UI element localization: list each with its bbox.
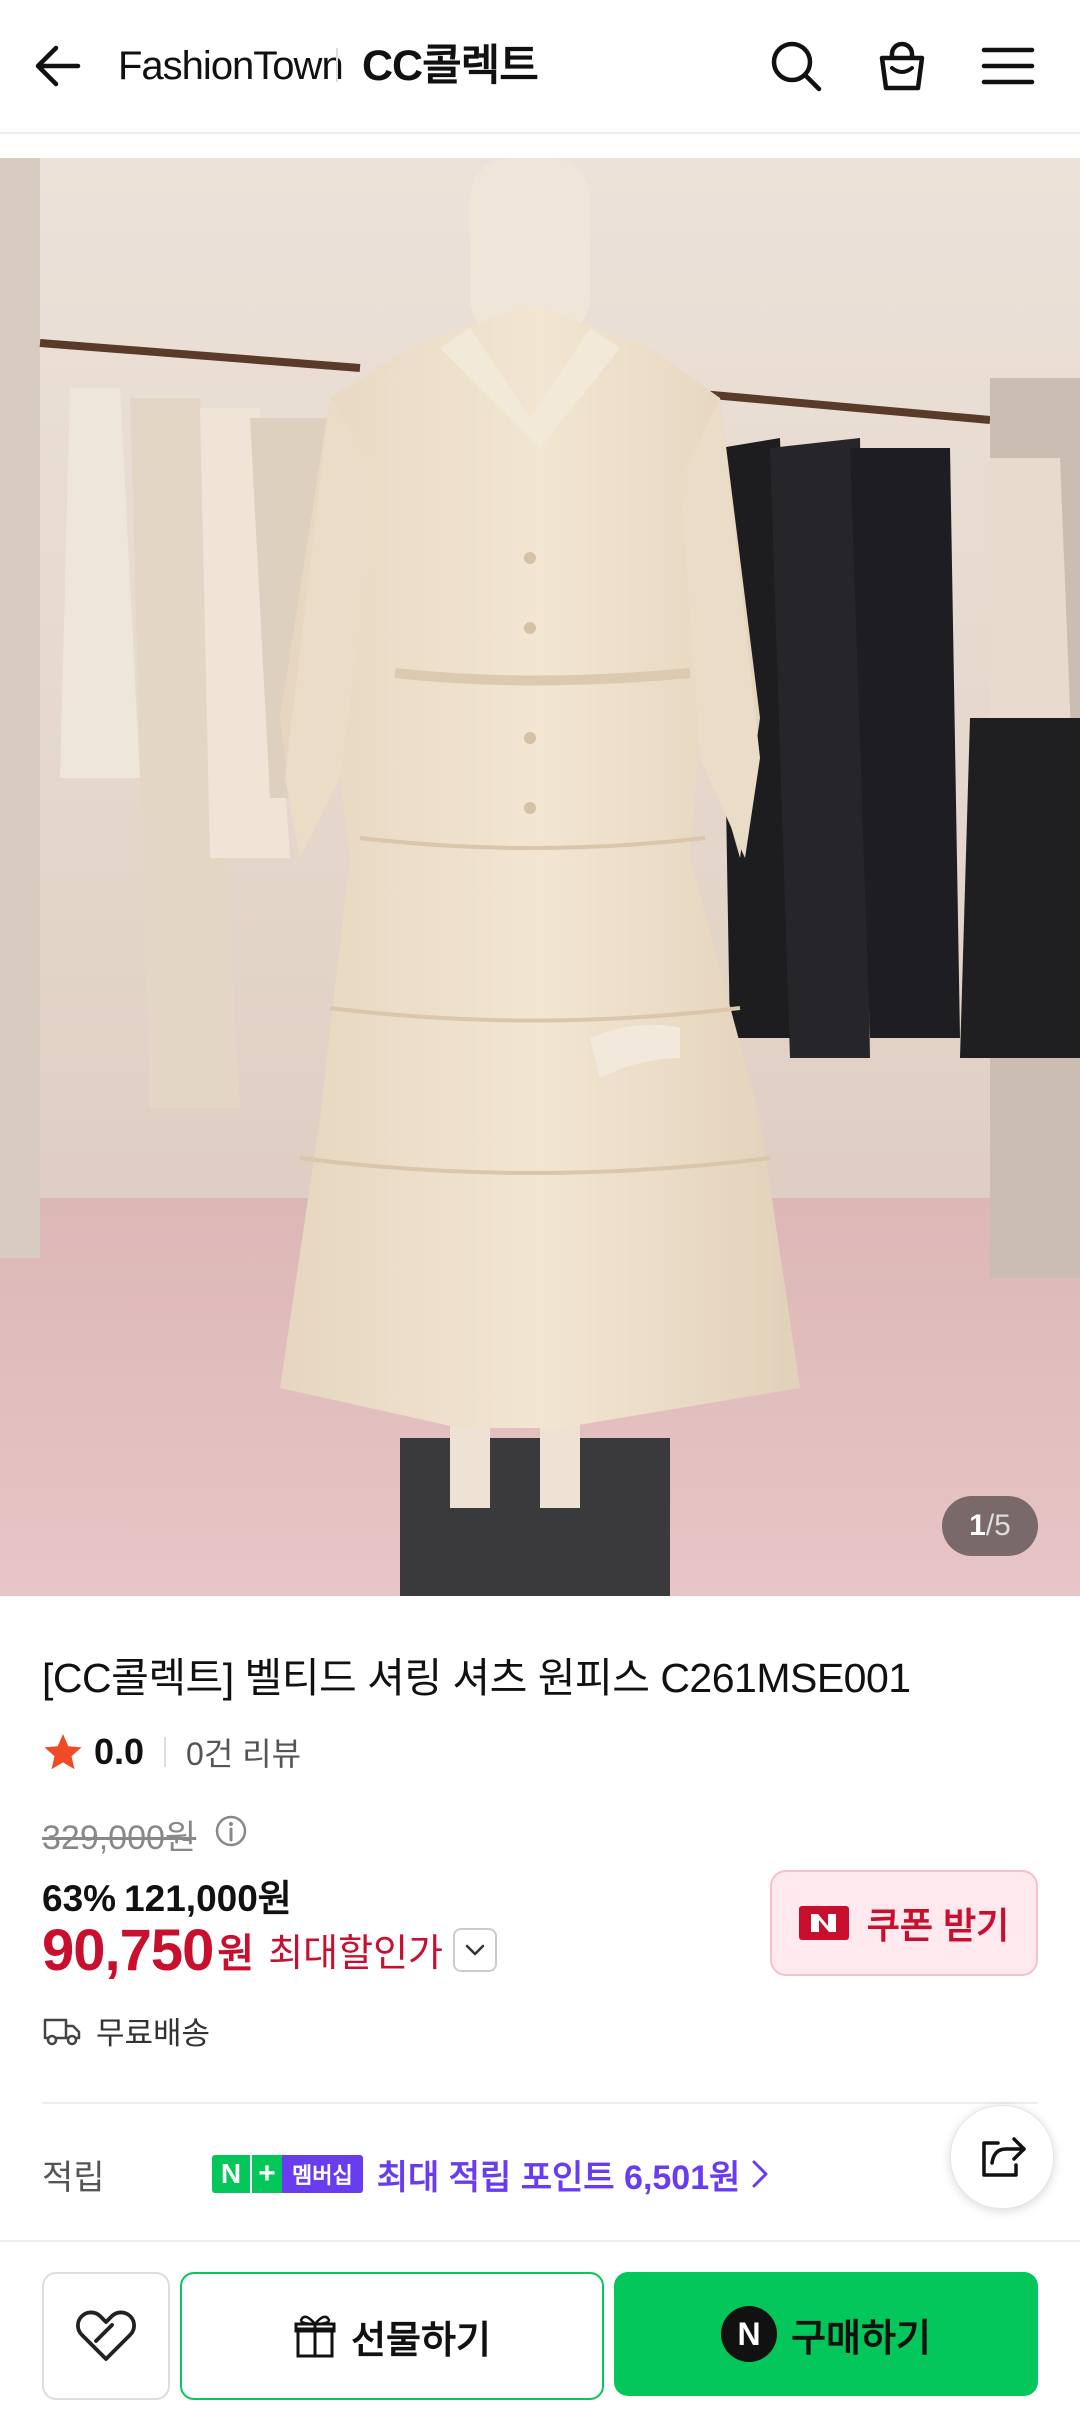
naver-pay-icon: N	[721, 2306, 778, 2362]
truck-icon	[43, 2018, 81, 2045]
badge-membership: 멤버십	[282, 2155, 363, 2193]
info-icon[interactable]	[214, 1814, 248, 1848]
bottom-action-bar: 선물하기 N 구매하기	[0, 2240, 1080, 2423]
section-divider	[42, 2102, 1038, 2104]
original-price: 329,000원	[42, 1819, 197, 1857]
shopping-bag-icon[interactable]	[870, 34, 934, 98]
back-arrow-icon[interactable]	[30, 38, 90, 94]
shipping-info: 무료배송	[42, 2008, 210, 2053]
final-price-row: 90,750 원 최대할인가	[42, 1918, 498, 1983]
rating-divider	[164, 1737, 167, 1767]
brand-logo[interactable]: FashionTown	[118, 38, 344, 94]
chevron-right-icon	[752, 2160, 768, 2188]
buy-button-label: 구매하기	[791, 2317, 931, 2360]
points-label: 적립	[42, 2158, 105, 2197]
badge-plus: +	[250, 2155, 282, 2193]
chevron-down-icon[interactable]	[453, 1928, 498, 1972]
gift-icon	[294, 2315, 336, 2358]
product-photo	[0, 158, 1080, 1596]
sale-price-row: 63% 121,000원	[42, 1868, 292, 1922]
buy-button[interactable]: N 구매하기	[614, 2272, 1038, 2396]
gift-button-label: 선물하기	[351, 2319, 491, 2362]
points-text: 최대 적립 포인트 6,501원	[376, 2158, 741, 2197]
menu-icon[interactable]	[976, 34, 1040, 98]
store-name[interactable]: CC콜렉트	[362, 38, 539, 94]
share-icon	[982, 2137, 1026, 2177]
gift-button[interactable]: 선물하기	[180, 2272, 604, 2400]
image-counter-current: 1	[969, 1509, 986, 1542]
image-counter-separator: /	[985, 1509, 995, 1542]
star-icon	[44, 1734, 82, 1770]
sale-price: 121,000원	[124, 1878, 292, 1919]
naver-membership-badge: N + 멤버십	[212, 2155, 363, 2193]
badge-n: N	[212, 2155, 250, 2193]
search-icon[interactable]	[764, 34, 828, 98]
points-row[interactable]: 적립 N + 멤버십 최대 적립 포인트 6,501원	[42, 2150, 770, 2198]
discount-rate: 63%	[42, 1878, 117, 1919]
product-image-carousel[interactable]: 1 / 5	[0, 158, 1080, 1596]
heart-icon	[76, 2310, 136, 2361]
share-button[interactable]	[950, 2105, 1054, 2209]
image-counter: 1 / 5	[942, 1496, 1038, 1556]
rating-score: 0.0	[94, 1731, 145, 1772]
product-title: [CC콜렉트] 벨티드 셔링 셔츠 원피스 C261MSE001	[42, 1655, 911, 1701]
review-count[interactable]: 0건 리뷰	[186, 1729, 301, 1775]
coupon-button[interactable]: 쿠폰 받기	[770, 1870, 1038, 1976]
rating-row[interactable]: 0.0 0건 리뷰	[42, 1730, 301, 1774]
final-price: 90,750	[42, 1918, 214, 1983]
final-price-currency: 원	[217, 1932, 255, 1976]
top-app-bar: FashionTown CC콜렉트	[0, 0, 1080, 134]
coupon-button-label: 쿠폰 받기	[866, 1905, 1010, 1946]
shipping-label: 무료배송	[96, 2016, 211, 2051]
image-counter-total: 5	[994, 1509, 1011, 1542]
max-discount-label: 최대할인가	[268, 1933, 444, 1975]
header-divider	[336, 48, 338, 82]
naver-coupon-icon	[798, 1906, 849, 1940]
wishlist-button[interactable]	[42, 2272, 170, 2400]
